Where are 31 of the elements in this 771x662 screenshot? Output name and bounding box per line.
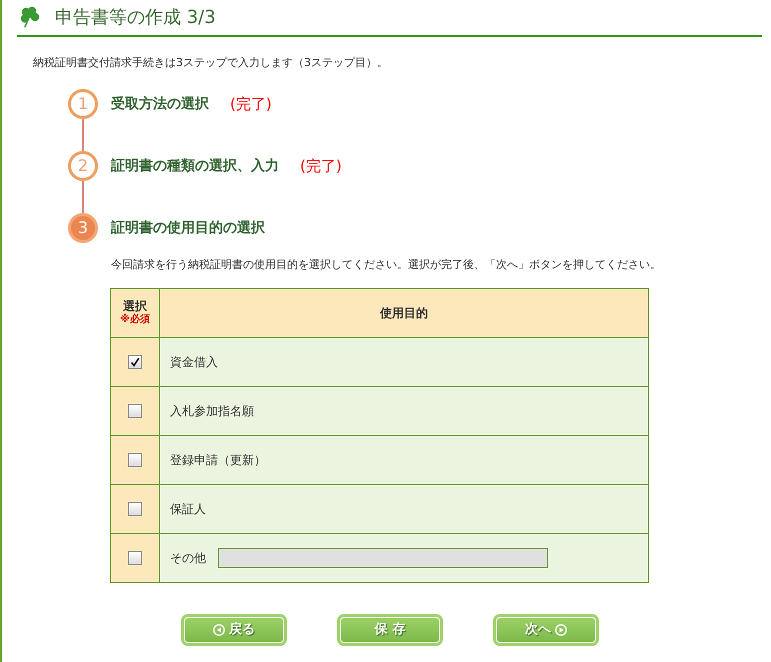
purpose-label: 登録申請（更新） — [170, 452, 266, 469]
checkbox[interactable] — [128, 502, 142, 516]
step-status: (完了) — [300, 156, 342, 177]
checkbox[interactable] — [128, 551, 142, 565]
checkbox[interactable] — [128, 453, 142, 467]
purpose-label: 資金借入 — [170, 354, 218, 371]
step-label: 受取方法の選択 — [111, 94, 209, 114]
step-label: 証明書の種類の選択、入力 — [111, 156, 279, 176]
column-header-label: 選択 — [123, 299, 147, 313]
required-note: ※必須 — [120, 313, 150, 327]
step-connector-line — [82, 119, 84, 151]
purpose-label: 保証人 — [170, 501, 206, 518]
next-button[interactable]: 次へ — [493, 614, 599, 646]
checkbox[interactable] — [128, 355, 142, 369]
save-button[interactable]: 保 存 — [337, 614, 443, 646]
intro-text: 納税証明書交付請求手続きは3ステップで入力します（3ステップ目）。 — [33, 55, 389, 71]
check-icon — [130, 357, 140, 367]
clover-icon — [19, 6, 41, 28]
step-number-badge: 3 — [68, 213, 98, 243]
purpose-label: その他 — [170, 550, 206, 567]
step-connector-line — [82, 181, 84, 213]
step-label: 証明書の使用目的の選択 — [111, 218, 265, 238]
page-title: 申告書等の作成 3/3 — [55, 6, 216, 28]
step-number-badge: 1 — [68, 89, 98, 119]
step-number-badge: 2 — [68, 151, 98, 181]
column-header: 使用目的 — [160, 288, 648, 338]
step-status: (完了) — [230, 94, 272, 115]
checkbox[interactable] — [128, 404, 142, 418]
purpose-label: 入札参加指名願 — [170, 403, 254, 420]
back-button[interactable]: 戻る — [181, 614, 287, 646]
instruction-text: 今回請求を行う納税証明書の使用目的を選択してください。選択が完了後、「次へ」ボタンを押してください。 — [111, 257, 662, 273]
